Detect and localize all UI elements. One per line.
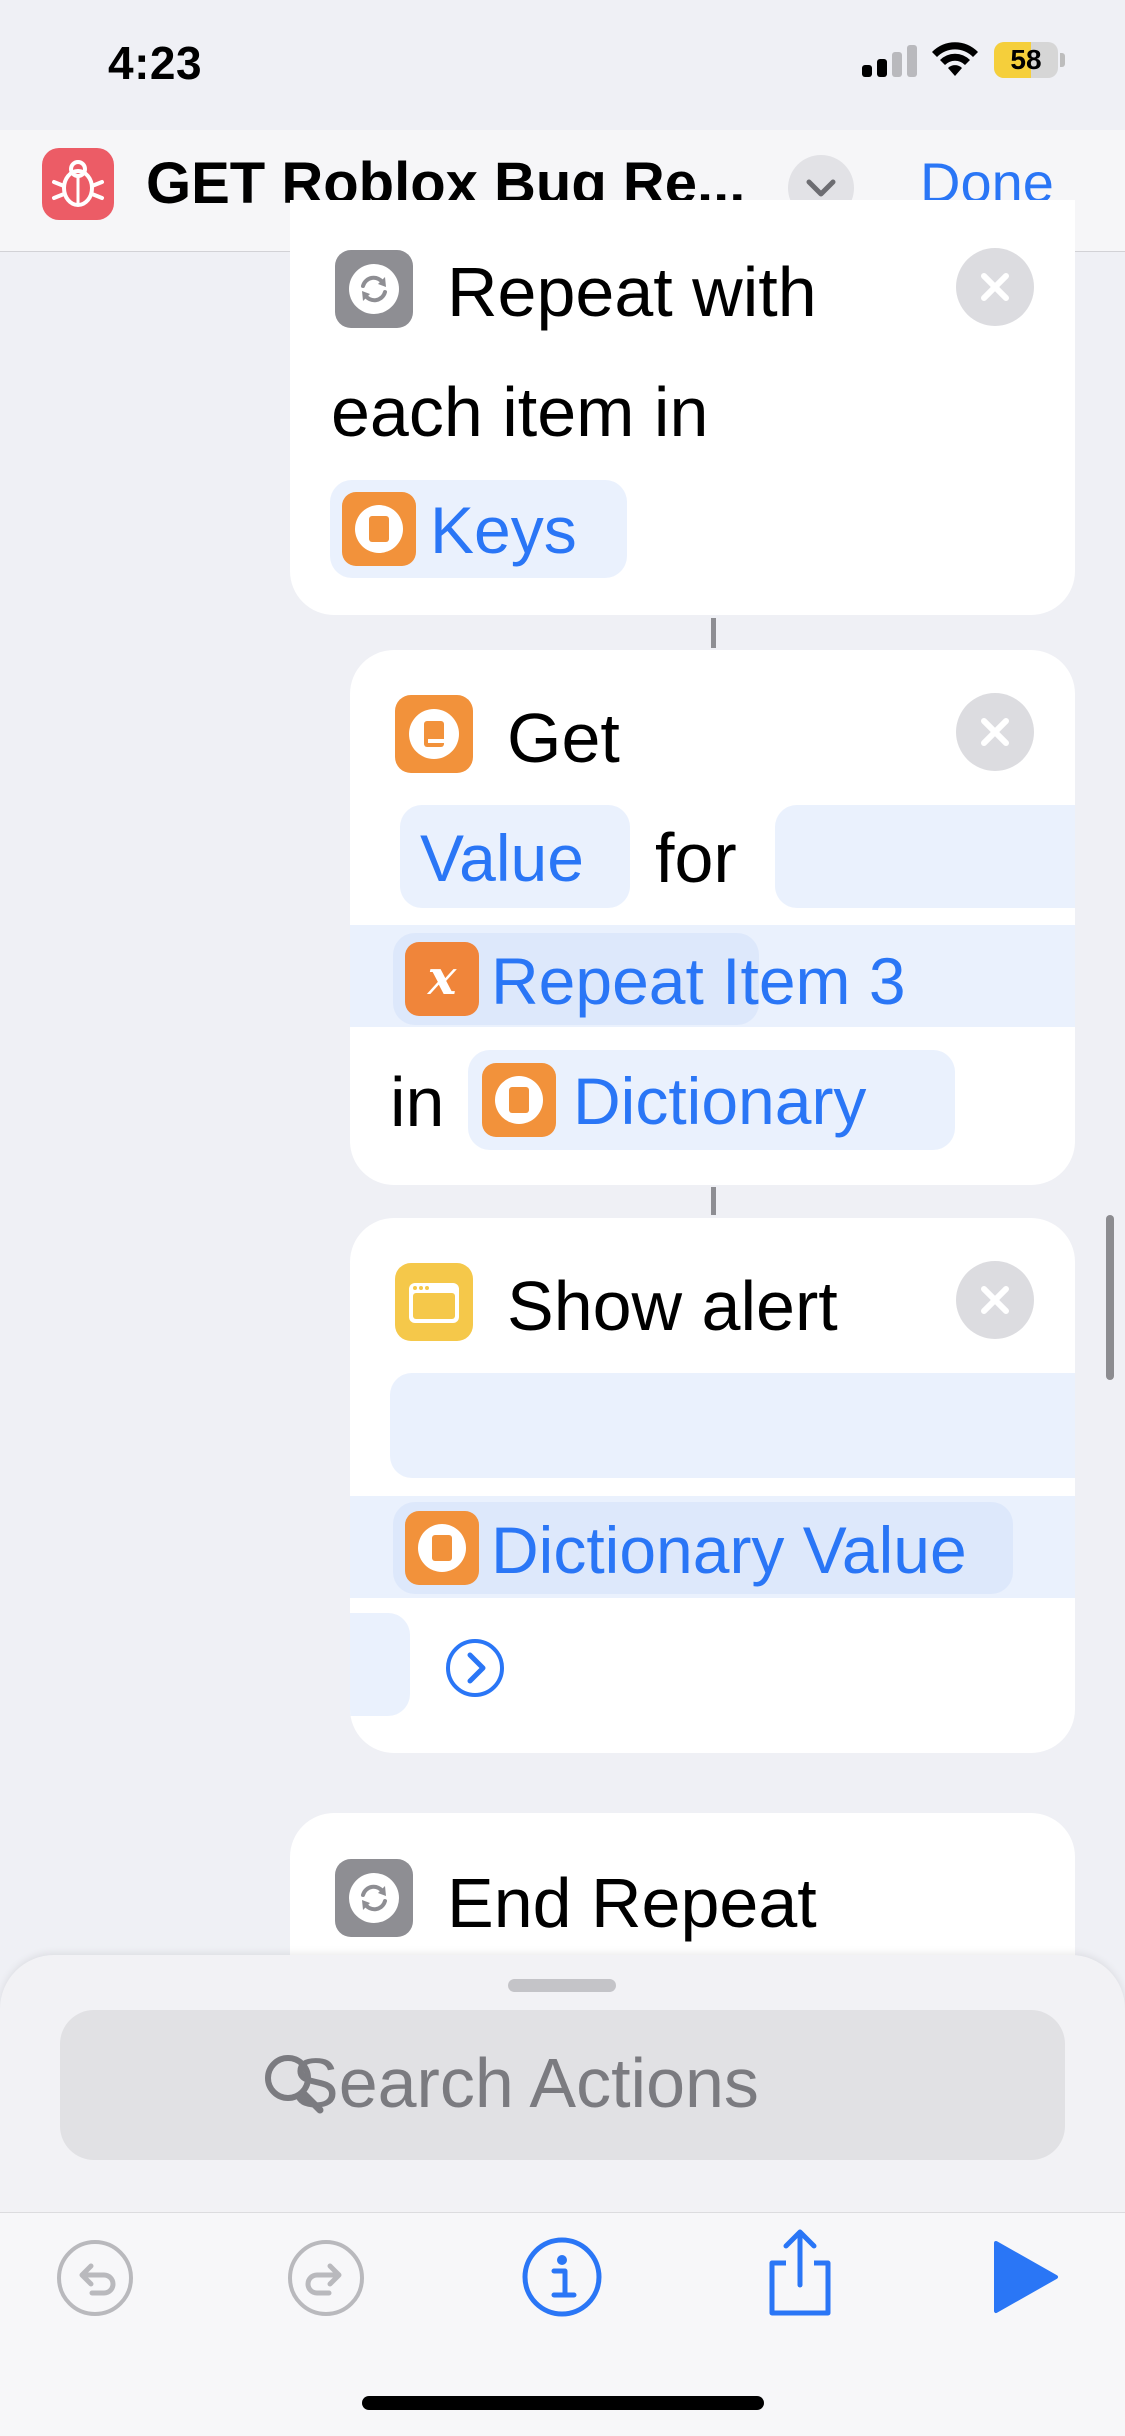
dictionary-icon [342, 492, 416, 566]
end-repeat-label: End Repeat [447, 1864, 817, 1942]
close-icon [981, 1286, 1009, 1314]
cellular-signal-icon [862, 45, 918, 77]
keys-token[interactable]: Keys [330, 480, 627, 578]
flow-connector [711, 618, 716, 648]
bug-icon[interactable] [42, 148, 114, 220]
share-icon[interactable] [758, 2225, 842, 2321]
scroll-indicator[interactable] [1106, 1215, 1114, 1380]
repeat-icon [335, 250, 413, 328]
dictionary-token-label: Dictionary [573, 1064, 867, 1138]
remove-action-button[interactable] [956, 248, 1034, 326]
show-alert-label: Show alert [507, 1267, 838, 1345]
repeat-action-card[interactable]: Repeat with each item in Keys [290, 200, 1075, 615]
for-text: for [655, 819, 737, 897]
repeat-icon [335, 1859, 413, 1937]
status-bar: 4:23 58 [0, 0, 1125, 130]
value-token-label: Value [420, 821, 584, 895]
dictionary-value-token[interactable]: Dictionary Value [393, 1502, 1013, 1594]
alert-text-field[interactable] [390, 1373, 1075, 1478]
repeat-item-token-label: Repeat Item 3 [491, 944, 906, 1018]
keys-token-label: Keys [430, 493, 577, 567]
dictionary-value-token-label: Dictionary Value [491, 1513, 967, 1587]
dictionary-icon [405, 1511, 479, 1585]
repeat-item-token[interactable]: x Repeat Item 3 [393, 933, 906, 1025]
show-alert-action-card[interactable]: Show alert Dictionary Value [350, 1218, 1075, 1753]
search-placeholder: Search Actions [292, 2044, 759, 2122]
get-label: Get [507, 699, 620, 777]
get-value-action-card[interactable]: Get Value for x Repeat Item 3 in Diction… [350, 650, 1075, 1185]
flow-connector [711, 1187, 716, 1215]
alert-row-end [350, 1613, 410, 1716]
dictionary-icon [395, 695, 473, 773]
home-indicator [362, 2396, 764, 2410]
key-field[interactable] [775, 805, 1075, 908]
shortcut-editor-screen: 4:23 58 GET Roblox Bug Re... Done Repeat… [0, 0, 1125, 2436]
in-text: in [390, 1063, 445, 1141]
battery-icon: 58 [994, 42, 1065, 78]
repeat-label-line2: each item in [331, 373, 709, 451]
chevron-right-circle-icon[interactable] [445, 1638, 505, 1698]
dictionary-token[interactable]: Dictionary [468, 1050, 955, 1150]
variable-icon: x [405, 942, 479, 1016]
sheet-grabber[interactable] [508, 1979, 616, 1992]
status-time: 4:23 [108, 37, 203, 89]
dictionary-icon [482, 1063, 556, 1137]
battery-level: 58 [1010, 44, 1042, 75]
wifi-icon [932, 42, 978, 76]
close-icon [981, 273, 1009, 301]
info-icon[interactable] [520, 2235, 604, 2319]
alert-window-icon [395, 1263, 473, 1341]
undo-icon[interactable] [54, 2237, 136, 2319]
value-type-token[interactable]: Value [400, 805, 630, 908]
play-icon[interactable] [990, 2239, 1060, 2315]
remove-action-button[interactable] [956, 693, 1034, 771]
close-icon [981, 718, 1009, 746]
remove-action-button[interactable] [956, 1261, 1034, 1339]
redo-icon[interactable] [285, 2237, 367, 2319]
repeat-label-line1: Repeat with [447, 253, 817, 331]
